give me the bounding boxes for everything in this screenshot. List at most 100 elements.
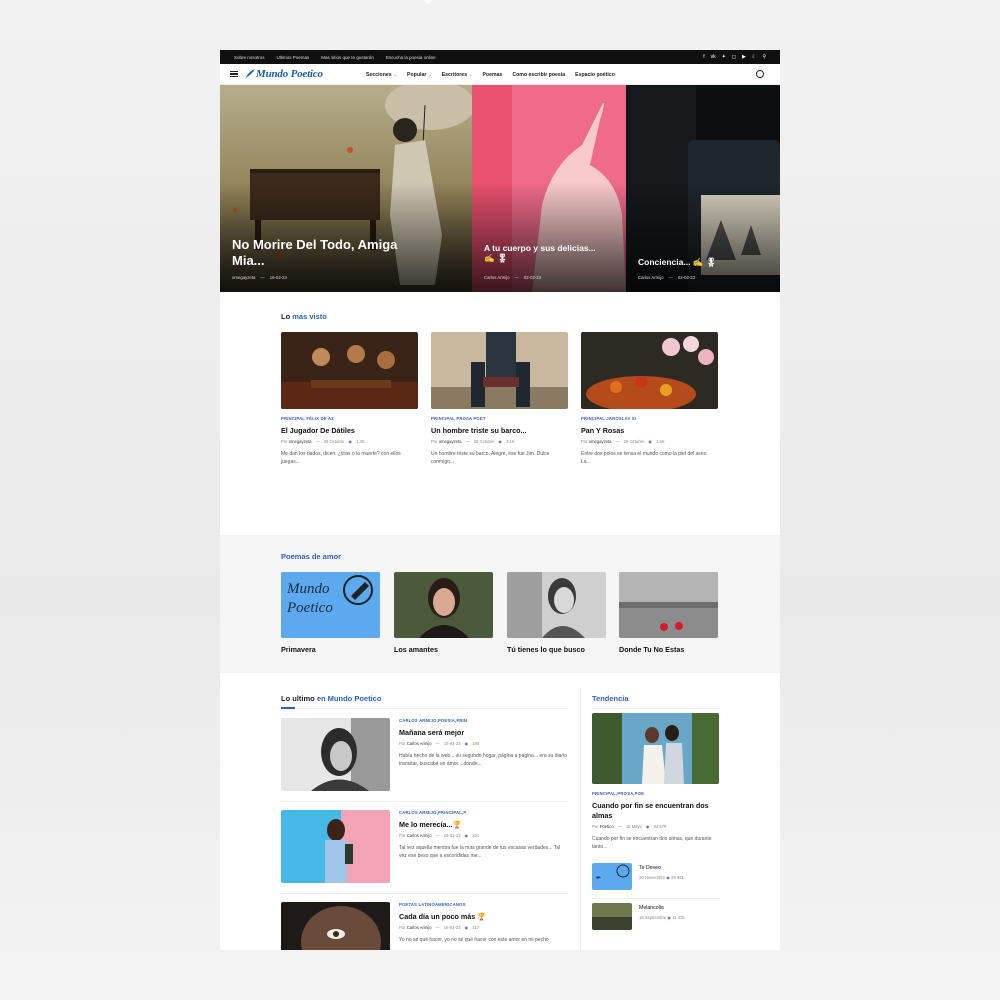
- post-card[interactable]: Los amantes: [394, 572, 493, 654]
- trending-small-post[interactable]: Melancolia 18 Septiembre ◉ 11 425: [592, 903, 719, 933]
- post-thumbnail[interactable]: Mundo Poetico: [281, 572, 380, 638]
- post-author[interactable]: Carlos Armijo: [407, 741, 432, 746]
- nav-item-secciones[interactable]: Secciones ⌄: [366, 72, 397, 78]
- most-viewed-section: Lo mas visto PRINCIPAL FÉLIX DE AZ El Ju…: [220, 312, 780, 522]
- post-title[interactable]: Me lo merecía...🏆: [399, 820, 568, 829]
- topbar-link-about[interactable]: Sobre nosotros: [234, 55, 265, 60]
- nav-item-escritores[interactable]: Escritores ⌄: [442, 72, 473, 78]
- hero-card[interactable]: A tu cuerpo y sus delicias... ✍ 🎖 Carlos…: [472, 85, 626, 292]
- latest-post[interactable]: CARLOS ARMIJO,PRINCIPAL,P Me lo merecía.…: [281, 810, 568, 900]
- post-thumbnail[interactable]: [581, 332, 718, 409]
- post-author[interactable]: Poetico: [600, 824, 614, 829]
- hamburger-menu-icon[interactable]: [230, 71, 238, 77]
- sidebar-divider: [580, 690, 581, 950]
- post-title[interactable]: El Jugador De Dátiles: [281, 426, 418, 435]
- nav-item-espacio[interactable]: Espacio poético: [575, 72, 615, 78]
- vk-icon[interactable]: vk: [711, 54, 716, 60]
- post-meta: Por omegayzeta —29 Octubre ◉ 1.5K: [581, 439, 665, 444]
- post-thumbnail[interactable]: [592, 713, 719, 784]
- post-category[interactable]: PRINCIPAL FÉLIX DE AZ: [281, 416, 418, 421]
- post-thumbnail[interactable]: [281, 902, 390, 950]
- post-thumbnail[interactable]: [281, 810, 390, 883]
- post-author[interactable]: omegayzeta: [589, 439, 612, 444]
- post-thumbnail[interactable]: [431, 332, 568, 409]
- user-account-icon[interactable]: [756, 70, 764, 78]
- post-date: 29 Octubre: [623, 439, 645, 444]
- hero-author[interactable]: Carlos Armijo: [638, 275, 664, 280]
- hero-card[interactable]: Conciencia... ✍ 🎖 Carlos Armijo —02-02-23: [626, 85, 780, 292]
- post-card[interactable]: Donde Tu No Estas: [619, 572, 718, 654]
- post-category[interactable]: PRINCIPAL PROSA POET: [431, 416, 568, 421]
- hero-card[interactable]: No Morire Del Todo, Amiga Mia... omegayz…: [220, 85, 472, 292]
- site-logo[interactable]: Mundo Poetico: [256, 68, 323, 80]
- hero-title[interactable]: No Morire Del Todo, Amiga Mia...: [232, 237, 412, 268]
- post-title[interactable]: Melancolia: [639, 905, 664, 911]
- hero-grid: No Morire Del Todo, Amiga Mia... omegayz…: [220, 85, 780, 292]
- post-category[interactable]: PRINCIPAL,PROSA,POE: [592, 791, 719, 796]
- post-title[interactable]: Primavera: [281, 645, 380, 654]
- post-date: 16-01-23: [443, 741, 461, 746]
- nav-item-como-escribir[interactable]: Como escribir poesia: [512, 72, 565, 78]
- post-title[interactable]: Mañana será mejor: [399, 728, 568, 737]
- hero-author[interactable]: Carlos Armijo: [484, 275, 510, 280]
- post-thumbnail[interactable]: [619, 572, 718, 638]
- post-meta: Por omegayzeta —29 Octubre ◉ 1.3K: [281, 439, 365, 444]
- post-author[interactable]: omegayzeta: [439, 439, 462, 444]
- post-title[interactable]: Donde Tu No Estas: [619, 645, 718, 654]
- hero-title[interactable]: A tu cuerpo y sus delicias... ✍ 🎖: [484, 243, 604, 263]
- post-title[interactable]: Pan Y Rosas: [581, 426, 718, 435]
- search-icon[interactable]: ⚲: [762, 54, 766, 60]
- post-thumbnail[interactable]: [281, 332, 418, 409]
- post-author[interactable]: Carlos Armijo: [407, 925, 432, 930]
- post-title[interactable]: Cuando por fin se encuentran dos almas: [592, 801, 719, 820]
- post-thumbnail[interactable]: [507, 572, 606, 638]
- post-thumbnail[interactable]: ✒: [592, 863, 632, 890]
- topbar-link-more-sites[interactable]: Mas sitios que te gustarán: [321, 55, 374, 60]
- nav-item-popular[interactable]: Popular ⌄: [407, 72, 432, 78]
- post-category[interactable]: POETAS LATINOAMERICANOS: [399, 902, 568, 907]
- post-category[interactable]: CARLOS ARMIJO,POESIA,PRIN: [399, 718, 568, 723]
- post-views: 3.1K: [506, 439, 515, 444]
- post-title[interactable]: Un hombre triste su barco...: [431, 426, 568, 435]
- post-date: 16-01-23: [443, 833, 461, 838]
- divider: [281, 893, 568, 894]
- trending-small-post[interactable]: ✒ Te Deseo 20 Noviembre ◉ 29 851: [592, 863, 719, 893]
- sidebar-title-rule: [592, 707, 719, 709]
- section-title: Lo ultimo en Mundo Poetico: [281, 694, 382, 703]
- post-author[interactable]: Carlos Armijo: [407, 833, 432, 838]
- nav-item-poemas[interactable]: Poemas: [482, 72, 502, 78]
- post-title[interactable]: Te Deseo: [639, 865, 661, 871]
- topbar-link-listen[interactable]: Escucha la poesia online: [386, 55, 436, 60]
- post-author[interactable]: omegayzeta: [289, 439, 312, 444]
- post-card[interactable]: Mundo Poetico Primavera: [281, 572, 380, 654]
- facebook-icon[interactable]: f: [703, 54, 704, 60]
- hero-author[interactable]: omegayzeta: [232, 275, 255, 280]
- twitter-icon[interactable]: ✦: [722, 54, 726, 60]
- trending-main-post[interactable]: PRINCIPAL,PROSA,POE Cuando por fin se en…: [592, 713, 719, 852]
- hero-title[interactable]: Conciencia... ✍ 🎖: [638, 257, 758, 267]
- post-thumbnail[interactable]: [592, 903, 632, 930]
- post-thumbnail[interactable]: [281, 718, 390, 791]
- section-title: Lo mas visto: [281, 312, 327, 321]
- latest-post[interactable]: CARLOS ARMIJO,POESIA,PRIN Mañana será me…: [281, 718, 568, 808]
- post-views: 190: [472, 741, 480, 746]
- post-card[interactable]: Tú tienes lo que busco: [507, 572, 606, 654]
- post-category[interactable]: CARLOS ARMIJO,PRINCIPAL,P: [399, 810, 568, 815]
- instagram-icon[interactable]: ◻: [732, 54, 736, 60]
- post-category[interactable]: PRINCIPAL JAROSLAV SI: [581, 416, 718, 421]
- post-card[interactable]: PRINCIPAL FÉLIX DE AZ El Jugador De Dáti…: [281, 332, 418, 467]
- topbar-link-latest[interactable]: Ultimos Poemas: [277, 55, 310, 60]
- post-card[interactable]: PRINCIPAL JAROSLAV SI Pan Y Rosas Por om…: [581, 332, 718, 467]
- post-meta: Por Carlos Armijo —16-01-23 ◉ 201: [399, 833, 480, 838]
- moon-icon[interactable]: ☾: [752, 54, 756, 60]
- youtube-icon[interactable]: ▶: [742, 54, 746, 60]
- latest-post[interactable]: POETAS LATINOAMERICANOS Cada día un poco…: [281, 902, 568, 950]
- post-card[interactable]: PRINCIPAL PROSA POET Un hombre triste su…: [431, 332, 568, 467]
- post-meta: 18 Septiembre ◉ 11 425: [639, 915, 685, 920]
- post-title[interactable]: Tú tienes lo que busco: [507, 645, 606, 654]
- post-title[interactable]: Cada día un poco más 🏆: [399, 912, 568, 921]
- top-bar: Sobre nosotros Ultimos Poemas Mas sitios…: [220, 50, 780, 64]
- post-thumbnail[interactable]: [394, 572, 493, 638]
- eye-icon: ◉: [464, 925, 469, 930]
- post-title[interactable]: Los amantes: [394, 645, 493, 654]
